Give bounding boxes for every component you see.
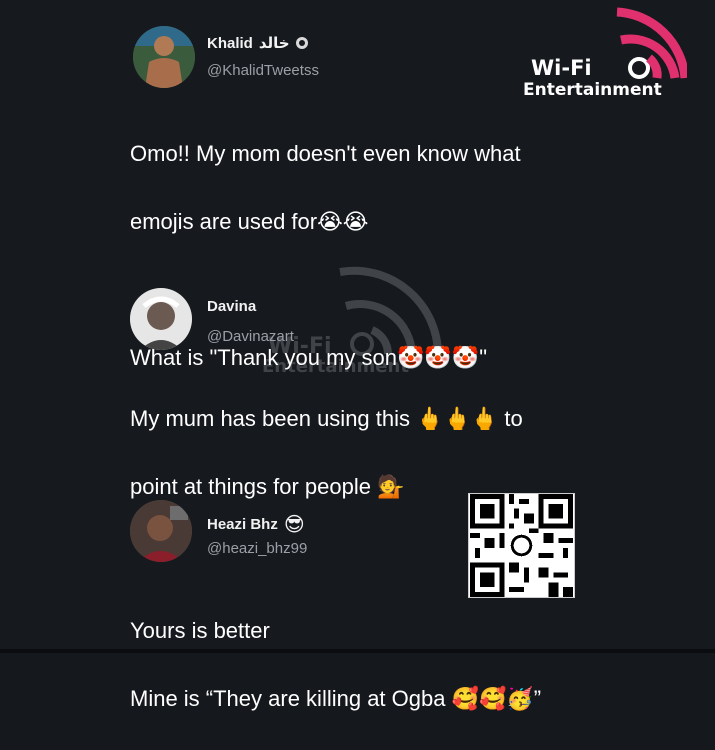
tweet-text-line (130, 273, 521, 307)
qr-code[interactable] (468, 493, 575, 598)
display-name[interactable]: Davina (207, 298, 256, 315)
avatar-image (133, 26, 195, 88)
bottom-edge (0, 649, 715, 653)
tweet-text-line: Omo!! My mom doesn't even know what (130, 141, 521, 166)
tweet-text: Yours is better Mine is “They are killin… (130, 580, 541, 750)
tweet-text-line: emojis are used for😭😭 (130, 209, 369, 234)
display-name[interactable]: Khalid خالد (207, 34, 308, 52)
tweet-text: Omo!! My mom doesn't even know what emoj… (130, 103, 521, 409)
tweet-text-line: Mine is “They are killing at Ogba 🥰🥰🥳” (130, 686, 542, 711)
display-name-text: Heazi Bhz (207, 515, 278, 533)
logo-entertainment-text: Entertainment (523, 80, 662, 100)
post-screenshot: Wi-Fi Entertainment Wi-Fi Entertainment … (0, 0, 715, 711)
username-handle[interactable]: @heazi_bhz99 (207, 540, 307, 557)
display-name-arabic: خالد (258, 35, 290, 52)
avatar-image (130, 288, 192, 350)
avatar[interactable] (130, 500, 192, 562)
avatar[interactable] (130, 288, 192, 350)
sunglasses-emoji-icon: 😎 (283, 512, 305, 536)
display-name-text: Davina (207, 298, 257, 315)
tweet-text-line: point at things for people 💁 (130, 474, 405, 499)
avatar[interactable] (133, 26, 195, 88)
avatar-image (130, 500, 192, 562)
qr-code-icon (470, 494, 573, 597)
tweet-text-line: Yours is better (130, 618, 270, 643)
verified-badge-icon (295, 37, 308, 49)
wifi-entertainment-logo: Wi-Fi Entertainment (517, 0, 690, 105)
tweet-text-line: My mum has been using this 🖕🖕🖕 to (130, 406, 523, 431)
logo-wifi-text: Wi-Fi (531, 56, 592, 80)
tweet-text: My mum has been using this 🖕🖕🖕 to point … (130, 368, 523, 538)
username-handle[interactable]: @KhalidTweetss (207, 62, 319, 79)
display-name[interactable]: Heazi Bhz 😎 (207, 512, 305, 536)
username-handle[interactable]: @Davinazart (207, 328, 294, 345)
display-name-text: Khalid (207, 34, 253, 52)
